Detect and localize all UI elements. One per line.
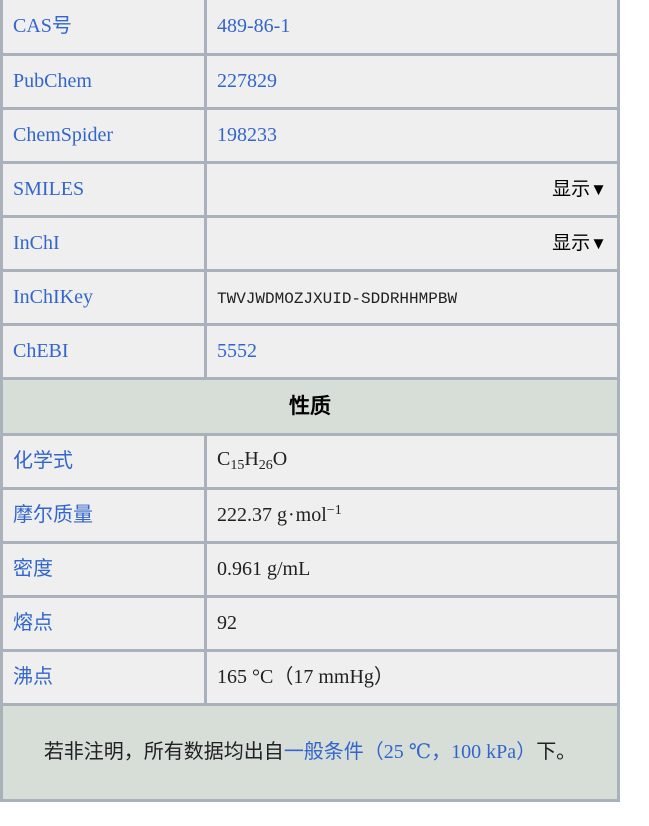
row-label-cas[interactable]: CAS号 <box>0 0 207 56</box>
row-label-inchikey[interactable]: InChIKey <box>0 270 207 326</box>
chebi-id-link[interactable]: 5552 <box>217 340 257 362</box>
footnote-tail-text: 下。 <box>536 740 577 763</box>
row-value-cas: 489-86-1 <box>205 0 620 56</box>
molar-mass-separator: · <box>288 504 295 526</box>
chevron-down-icon: ▼ <box>590 233 607 253</box>
row-value-inchikey: TWVJWDMOZJXUID-SDDRHHMPBW <box>205 270 620 326</box>
row-label-pubchem[interactable]: PubChem <box>0 54 207 110</box>
table-row: 化学式 C15H26O <box>0 434 620 490</box>
molar-mass-unit-gram: g <box>277 504 287 526</box>
formula-element-o: O <box>272 448 288 471</box>
smiles-show-label: 显示 <box>552 178 591 200</box>
pubchem-id-link[interactable]: 227829 <box>217 70 277 92</box>
table-row: InChIKey TWVJWDMOZJXUID-SDDRHHMPBW <box>0 270 620 326</box>
table-row: SMILES 显示▼ <box>0 162 620 218</box>
table-row: 性质 <box>0 378 620 436</box>
formula-element-h: H <box>244 448 259 471</box>
row-label-density[interactable]: 密度 <box>0 542 207 598</box>
molar-mass-unit-mole: mol <box>295 504 327 526</box>
table-row: InChI 显示▼ <box>0 216 620 272</box>
smiles-show-toggle[interactable]: 显示▼ <box>552 178 607 202</box>
table-row: 摩尔质量 222.37 g·mol−1 <box>0 488 620 544</box>
table-row: 若非注明，所有数据均出自一般条件（25 ℃，100 kPa）下。 <box>0 704 620 802</box>
inchikey-value: TWVJWDMOZJXUID-SDDRHHMPBW <box>217 289 458 308</box>
molar-mass-exponent: −1 <box>326 503 342 518</box>
inchi-show-toggle[interactable]: 显示▼ <box>552 232 607 256</box>
row-value-chemspider: 198233 <box>205 108 620 164</box>
row-label-chemspider[interactable]: ChemSpider <box>0 108 207 164</box>
formula-element-c: C <box>217 448 231 471</box>
row-value-density: 0.961 g/mL <box>205 542 620 598</box>
table-row: ChemSpider 198233 <box>0 108 620 164</box>
table-row: CAS号 489-86-1 <box>0 0 620 56</box>
chemspider-id-link[interactable]: 198233 <box>217 124 277 146</box>
row-value-melting-point: 92 <box>205 596 620 652</box>
row-label-boiling-point[interactable]: 沸点 <box>0 650 207 706</box>
row-value-chebi: 5552 <box>205 324 620 380</box>
row-label-inchi[interactable]: InChI <box>0 216 207 272</box>
row-label-smiles[interactable]: SMILES <box>0 162 207 218</box>
row-label-molar-mass[interactable]: 摩尔质量 <box>0 488 207 544</box>
formula-count-c: 15 <box>230 458 245 474</box>
row-value-boiling-point: 165 °C（17 mmHg） <box>205 650 620 706</box>
table-row: 密度 0.961 g/mL <box>0 542 620 598</box>
table-row: 熔点 92 <box>0 596 620 652</box>
footnote-lead-text: 若非注明，所有数据均出自 <box>43 740 284 763</box>
table-row: 沸点 165 °C（17 mmHg） <box>0 650 620 706</box>
formula-count-h: 26 <box>258 458 273 474</box>
row-value-pubchem: 227829 <box>205 54 620 110</box>
molar-mass-number: 222.37 <box>217 504 272 526</box>
table-row: PubChem 227829 <box>0 54 620 110</box>
inchi-show-label: 显示 <box>552 232 591 254</box>
row-value-smiles: 显示▼ <box>205 162 620 218</box>
table-row: ChEBI 5552 <box>0 324 620 380</box>
row-label-melting-point[interactable]: 熔点 <box>0 596 207 652</box>
chevron-down-icon: ▼ <box>590 179 607 199</box>
cas-number-link[interactable]: 489-86-1 <box>217 15 290 37</box>
row-value-molar-mass: 222.37 g·mol−1 <box>205 488 620 544</box>
section-header-properties: 性质 <box>0 378 620 436</box>
row-label-chebi[interactable]: ChEBI <box>0 324 207 380</box>
row-value-formula: C15H26O <box>205 434 620 490</box>
row-label-formula[interactable]: 化学式 <box>0 434 207 490</box>
footnote-conditions-link[interactable]: 一般条件（25 ℃，100 kPa） <box>284 741 536 763</box>
footnote-standard-conditions: 若非注明，所有数据均出自一般条件（25 ℃，100 kPa）下。 <box>0 704 620 802</box>
row-value-inchi: 显示▼ <box>205 216 620 272</box>
chembox-infobox: CAS号 489-86-1 PubChem 227829 ChemSpider … <box>0 0 620 802</box>
